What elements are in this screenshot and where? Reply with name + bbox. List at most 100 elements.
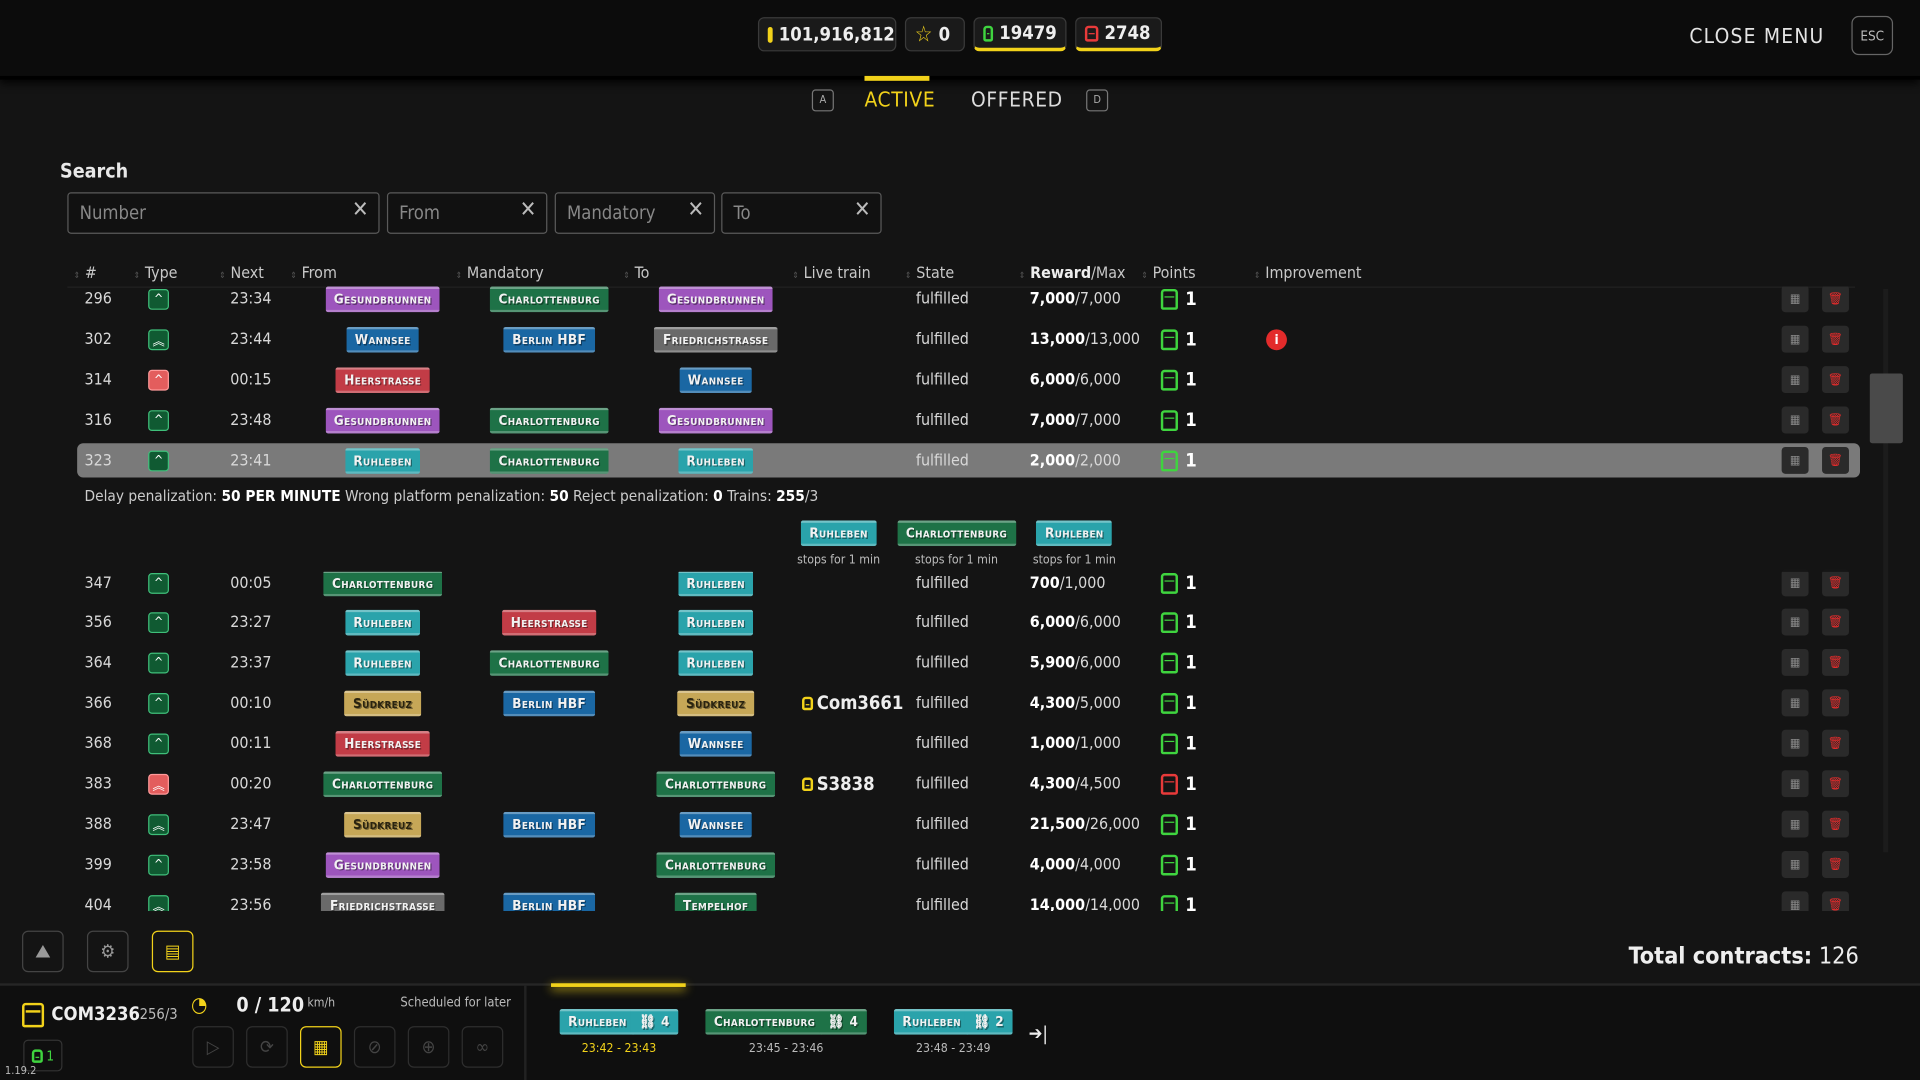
prev-tab-key[interactable]: A	[811, 89, 834, 112]
edit-schedule-button[interactable]: ▦	[1781, 366, 1809, 394]
edit-schedule-button[interactable]: ▦	[1781, 325, 1809, 353]
column-to[interactable]: ⇕ To	[623, 264, 649, 282]
table-row[interactable]: 364 ^ 23:37 Ruhleben Charlottenburg Ruhleben f…	[67, 645, 1861, 679]
live-train-link[interactable]: S3838	[817, 773, 875, 795]
edit-schedule-button[interactable]: ▦	[1781, 569, 1809, 597]
delete-button[interactable]: 🗑	[1822, 569, 1849, 597]
train-stop[interactable]: Ruhleben ⛓ 4 23:42 - 23:43	[559, 1008, 679, 1056]
table-row[interactable]: 356 ^ 23:27 Ruhleben Heerstraße Ruhleben fulfi…	[67, 605, 1861, 639]
edit-schedule-button[interactable]: ▦	[1781, 648, 1809, 676]
to-search-field[interactable]: ✕	[721, 192, 882, 234]
edit-schedule-button[interactable]: ▦	[1781, 689, 1809, 717]
column-type[interactable]: ⇕ Type	[133, 264, 177, 282]
delete-button[interactable]: 🗑	[1822, 406, 1849, 434]
column-mandatory[interactable]: ⇕ Mandatory	[456, 264, 544, 282]
to-input[interactable]	[731, 200, 863, 226]
target-button[interactable]: ⊕	[407, 1026, 450, 1068]
money-value: 101,916,812	[778, 23, 895, 46]
cpu-tool-button[interactable]: ⚙	[86, 930, 129, 973]
state: fulfilled	[915, 774, 969, 793]
from-input[interactable]	[396, 200, 528, 226]
column-live-train[interactable]: ⇕ Live train	[792, 264, 870, 282]
edit-schedule-button[interactable]: ▦	[1781, 286, 1809, 313]
train-stop[interactable]: Charlottenburg ⛓ 4 23:45 - 23:46	[705, 1008, 867, 1056]
delete-button[interactable]: 🗑	[1822, 770, 1849, 798]
schedule-button[interactable]: ▦	[300, 1026, 342, 1068]
tab-active[interactable]: ACTIVE	[864, 88, 935, 112]
mandatory-input[interactable]	[564, 200, 696, 226]
delete-cell: 🗑	[1822, 807, 1851, 841]
delete-button[interactable]: 🗑	[1822, 891, 1849, 912]
edit-schedule-button[interactable]: ▦	[1781, 770, 1809, 798]
edit-schedule-button[interactable]: ▦	[1781, 446, 1809, 474]
play-button[interactable]: ▷	[192, 1026, 234, 1068]
state: fulfilled	[915, 289, 969, 308]
delete-button[interactable]: 🗑	[1822, 325, 1849, 353]
table-row[interactable]: 388 ︽ 23:47 Südkreuz Berlin HBF Wannsee fulfil…	[67, 807, 1861, 841]
table-row[interactable]: 383 ︽ 00:20 Charlottenburg Charlottenburg S38…	[67, 767, 1861, 801]
table-row[interactable]: 296 ^ 23:34 Gesundbrunnen Charlottenburg Gesu…	[67, 286, 1861, 316]
table-row[interactable]: 302 ︽ 23:44 Wannsee Berlin HBF Friedrichstraß…	[67, 322, 1861, 356]
edit-schedule-cell: ▦	[1781, 686, 1811, 720]
column-next[interactable]: ⇕ Next	[219, 264, 264, 282]
clear-icon[interactable]: ✕	[352, 197, 369, 223]
table-row[interactable]: 323 ^ 23:41 Ruhleben Charlottenburg Ruhleben f…	[77, 443, 1861, 478]
delete-button[interactable]: 🗑	[1822, 286, 1849, 313]
column-number[interactable]: ⇕ #	[73, 264, 96, 282]
edit-schedule-button[interactable]: ▦	[1781, 891, 1809, 912]
edit-schedule-button[interactable]: ▦	[1781, 810, 1809, 838]
table-row[interactable]: 404 ︽ 23:56 Friedrichstraße Berlin HBF Tempel…	[67, 888, 1861, 912]
state: fulfilled	[915, 895, 969, 912]
edit-schedule-button[interactable]: ▦	[1781, 608, 1809, 636]
number-search-field[interactable]: ✕	[67, 192, 380, 234]
mandatory-station: Berlin HBF	[467, 888, 632, 912]
table-row[interactable]: 316 ^ 23:48 Gesundbrunnen Charlottenburg Gesu…	[67, 403, 1861, 437]
delete-button[interactable]: 🗑	[1822, 851, 1849, 878]
delete-button[interactable]: 🗑	[1822, 810, 1849, 838]
info-icon[interactable]: i	[1266, 328, 1287, 350]
table-row[interactable]: 314 ^ 00:15 Heerstraße Wannsee fulfilled 6,000…	[67, 362, 1861, 396]
column-from[interactable]: ⇕ From	[290, 264, 337, 282]
mandatory-search-field[interactable]: ✕	[554, 192, 716, 234]
delete-button[interactable]: 🗑	[1822, 446, 1849, 474]
delete-cell: 🗑	[1822, 847, 1851, 881]
train-stop[interactable]: Ruhleben ⛓ 2 23:48 - 23:49	[893, 1008, 1013, 1056]
clear-icon[interactable]: ✕	[687, 197, 704, 223]
link-button[interactable]: ∞	[461, 1026, 504, 1068]
edit-schedule-cell: ▦	[1781, 807, 1811, 841]
table-row[interactable]: 368 ^ 00:11 Heerstraße Wannsee fulfilled 1,000…	[67, 726, 1861, 760]
contracts-tool-button[interactable]: ▤	[151, 930, 194, 973]
column-improvement[interactable]: ⇕ Improvement	[1254, 264, 1362, 282]
table-row[interactable]: 399 ^ 23:58 Gesundbrunnen Charlottenburg fulf…	[67, 847, 1861, 881]
clear-icon[interactable]: ✕	[854, 197, 871, 223]
column-state[interactable]: ⇕ State	[905, 264, 954, 282]
delete-button[interactable]: 🗑	[1822, 648, 1849, 676]
number-input[interactable]	[77, 200, 330, 226]
tab-offered[interactable]: OFFERED	[971, 88, 1063, 112]
esc-key-button[interactable]: ESC	[1851, 15, 1894, 56]
clear-icon[interactable]: ✕	[520, 197, 537, 223]
station-badge: Berlin HBF	[503, 690, 595, 716]
go-to-end-icon[interactable]: ➔|	[1029, 1022, 1048, 1044]
map-tool-button[interactable]: ⛰	[22, 930, 64, 973]
next-time: 23:37	[230, 653, 272, 672]
edit-schedule-button[interactable]: ▦	[1781, 851, 1809, 878]
delete-button[interactable]: 🗑	[1822, 689, 1849, 717]
column-reward[interactable]: ⇕ Reward/Max	[1019, 264, 1126, 282]
money-counter: 101,916,812	[757, 17, 897, 52]
next-tab-key[interactable]: D	[1086, 89, 1109, 112]
scrollbar-thumb[interactable]	[1869, 373, 1903, 444]
delete-button[interactable]: 🗑	[1822, 729, 1849, 757]
reward: 6,000/6,000	[1029, 370, 1121, 389]
delete-button[interactable]: 🗑	[1822, 366, 1849, 394]
column-points[interactable]: ⇕ Points	[1141, 264, 1195, 282]
edit-schedule-button[interactable]: ▦	[1781, 406, 1809, 434]
delete-button[interactable]: 🗑	[1822, 608, 1849, 636]
from-search-field[interactable]: ✕	[386, 192, 548, 234]
refresh-button[interactable]: ⟳	[246, 1026, 288, 1068]
live-train-link[interactable]: Com3661	[817, 692, 904, 714]
edit-schedule-button[interactable]: ▦	[1781, 729, 1809, 757]
no-route-button[interactable]: ⊘	[353, 1026, 396, 1068]
close-menu-button[interactable]: CLOSE MENU	[1689, 24, 1824, 48]
table-row[interactable]: 366 ^ 00:10 Südkreuz Berlin HBF Südkreuz Com36…	[67, 686, 1861, 720]
